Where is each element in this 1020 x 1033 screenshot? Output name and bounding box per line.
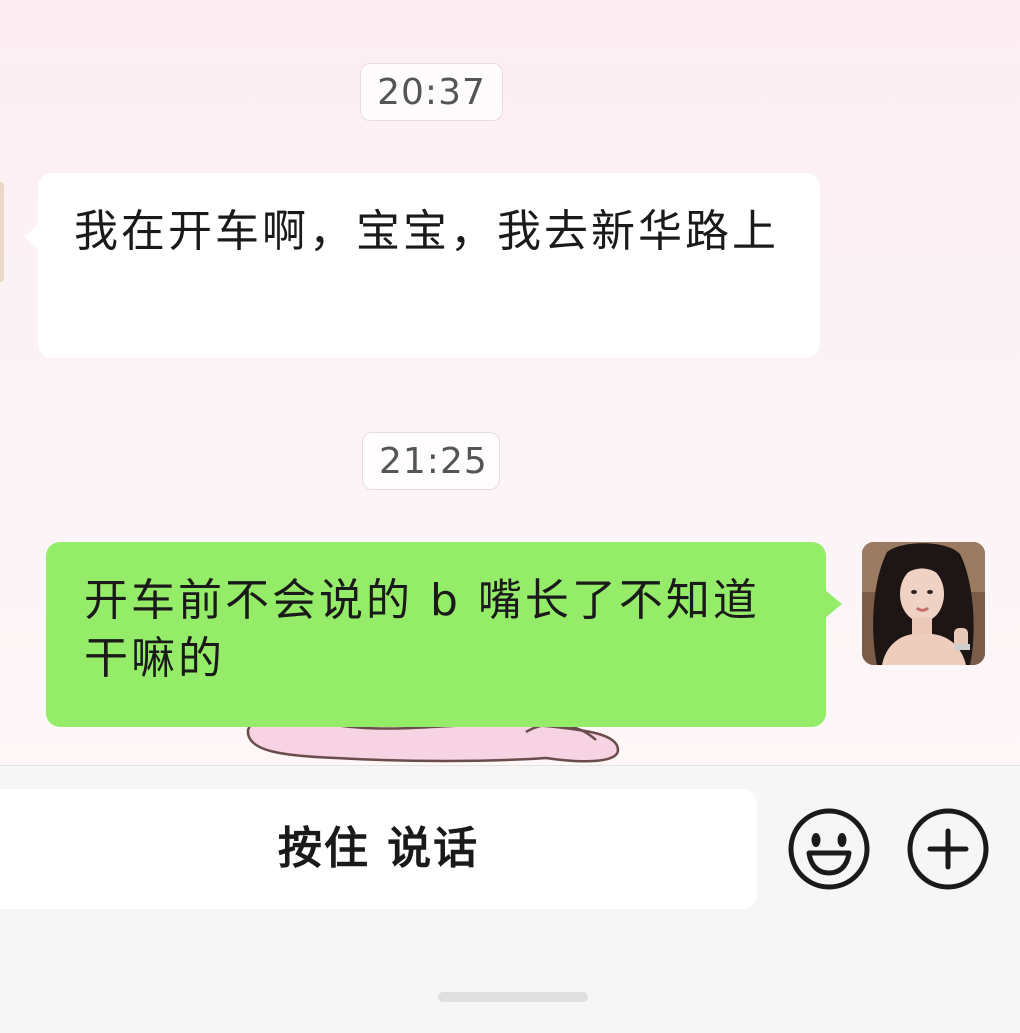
avatar-portrait-image <box>862 542 985 665</box>
timestamp: 20:37 <box>360 63 503 121</box>
hold-to-talk-button[interactable]: 按住 说话 <box>0 789 757 909</box>
sent-message-bubble[interactable]: 开车前不会说的 b 嘴长了不知道干嘛的 <box>46 542 842 727</box>
chat-input-bar: 按住 说话 <box>0 765 1020 1033</box>
home-indicator <box>438 992 588 1002</box>
timestamp: 21:25 <box>362 432 500 490</box>
chat-area[interactable]: 20:37 我在开车啊，宝宝，我去新华路上 21:25 开车前不会说的 b 嘴长… <box>0 0 1020 765</box>
contact-avatar-edge[interactable] <box>0 182 4 282</box>
plus-circle-icon[interactable] <box>906 807 990 891</box>
emoji-smile-icon[interactable] <box>787 807 871 891</box>
user-avatar[interactable] <box>862 542 985 665</box>
received-message-bubble[interactable]: 我在开车啊，宝宝，我去新华路上 <box>24 173 820 358</box>
